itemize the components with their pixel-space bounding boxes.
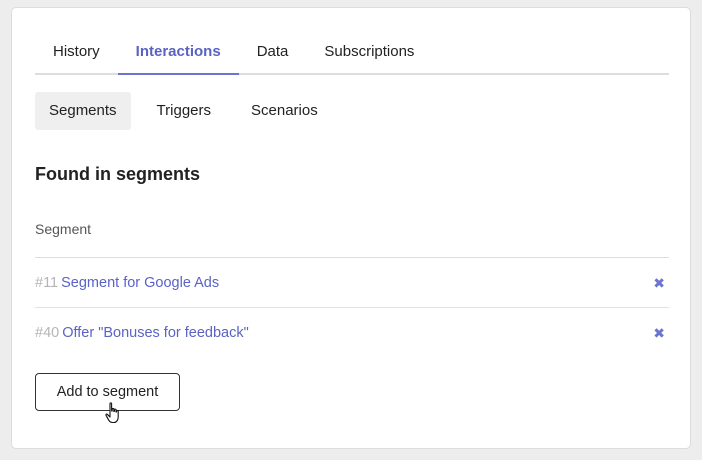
main-tabs: History Interactions Data Subscriptions [35,30,669,75]
section-title: Found in segments [35,164,201,184]
subtab-triggers[interactable]: Triggers [143,92,225,130]
tab-history[interactable]: History [35,30,118,73]
subtab-scenarios[interactable]: Scenarios [237,92,332,130]
remove-icon[interactable]: ✖ [653,276,665,290]
segment-list: #11 Segment for Google Ads ✖ #40 Offer "… [35,257,669,357]
segment-link[interactable]: Offer "Bonuses for feedback" [62,325,249,341]
segment-link[interactable]: Segment for Google Ads [61,275,219,291]
table-row: #11 Segment for Google Ads ✖ [35,258,669,308]
tab-data[interactable]: Data [239,30,307,73]
column-header-segment: Segment [35,221,92,237]
tab-interactions[interactable]: Interactions [117,30,239,75]
segment-id: #40 [35,324,60,341]
interactions-card: History Interactions Data Subscriptions … [11,7,691,449]
subtab-segments[interactable]: Segments [35,92,131,130]
tab-subscriptions[interactable]: Subscriptions [306,30,432,73]
table-row: #40 Offer "Bonuses for feedback" ✖ [35,308,669,357]
sub-tabs: Segments Triggers Scenarios [35,92,344,130]
hand-cursor-icon [105,402,119,424]
segment-id: #11 [35,274,59,291]
remove-icon[interactable]: ✖ [653,326,665,340]
